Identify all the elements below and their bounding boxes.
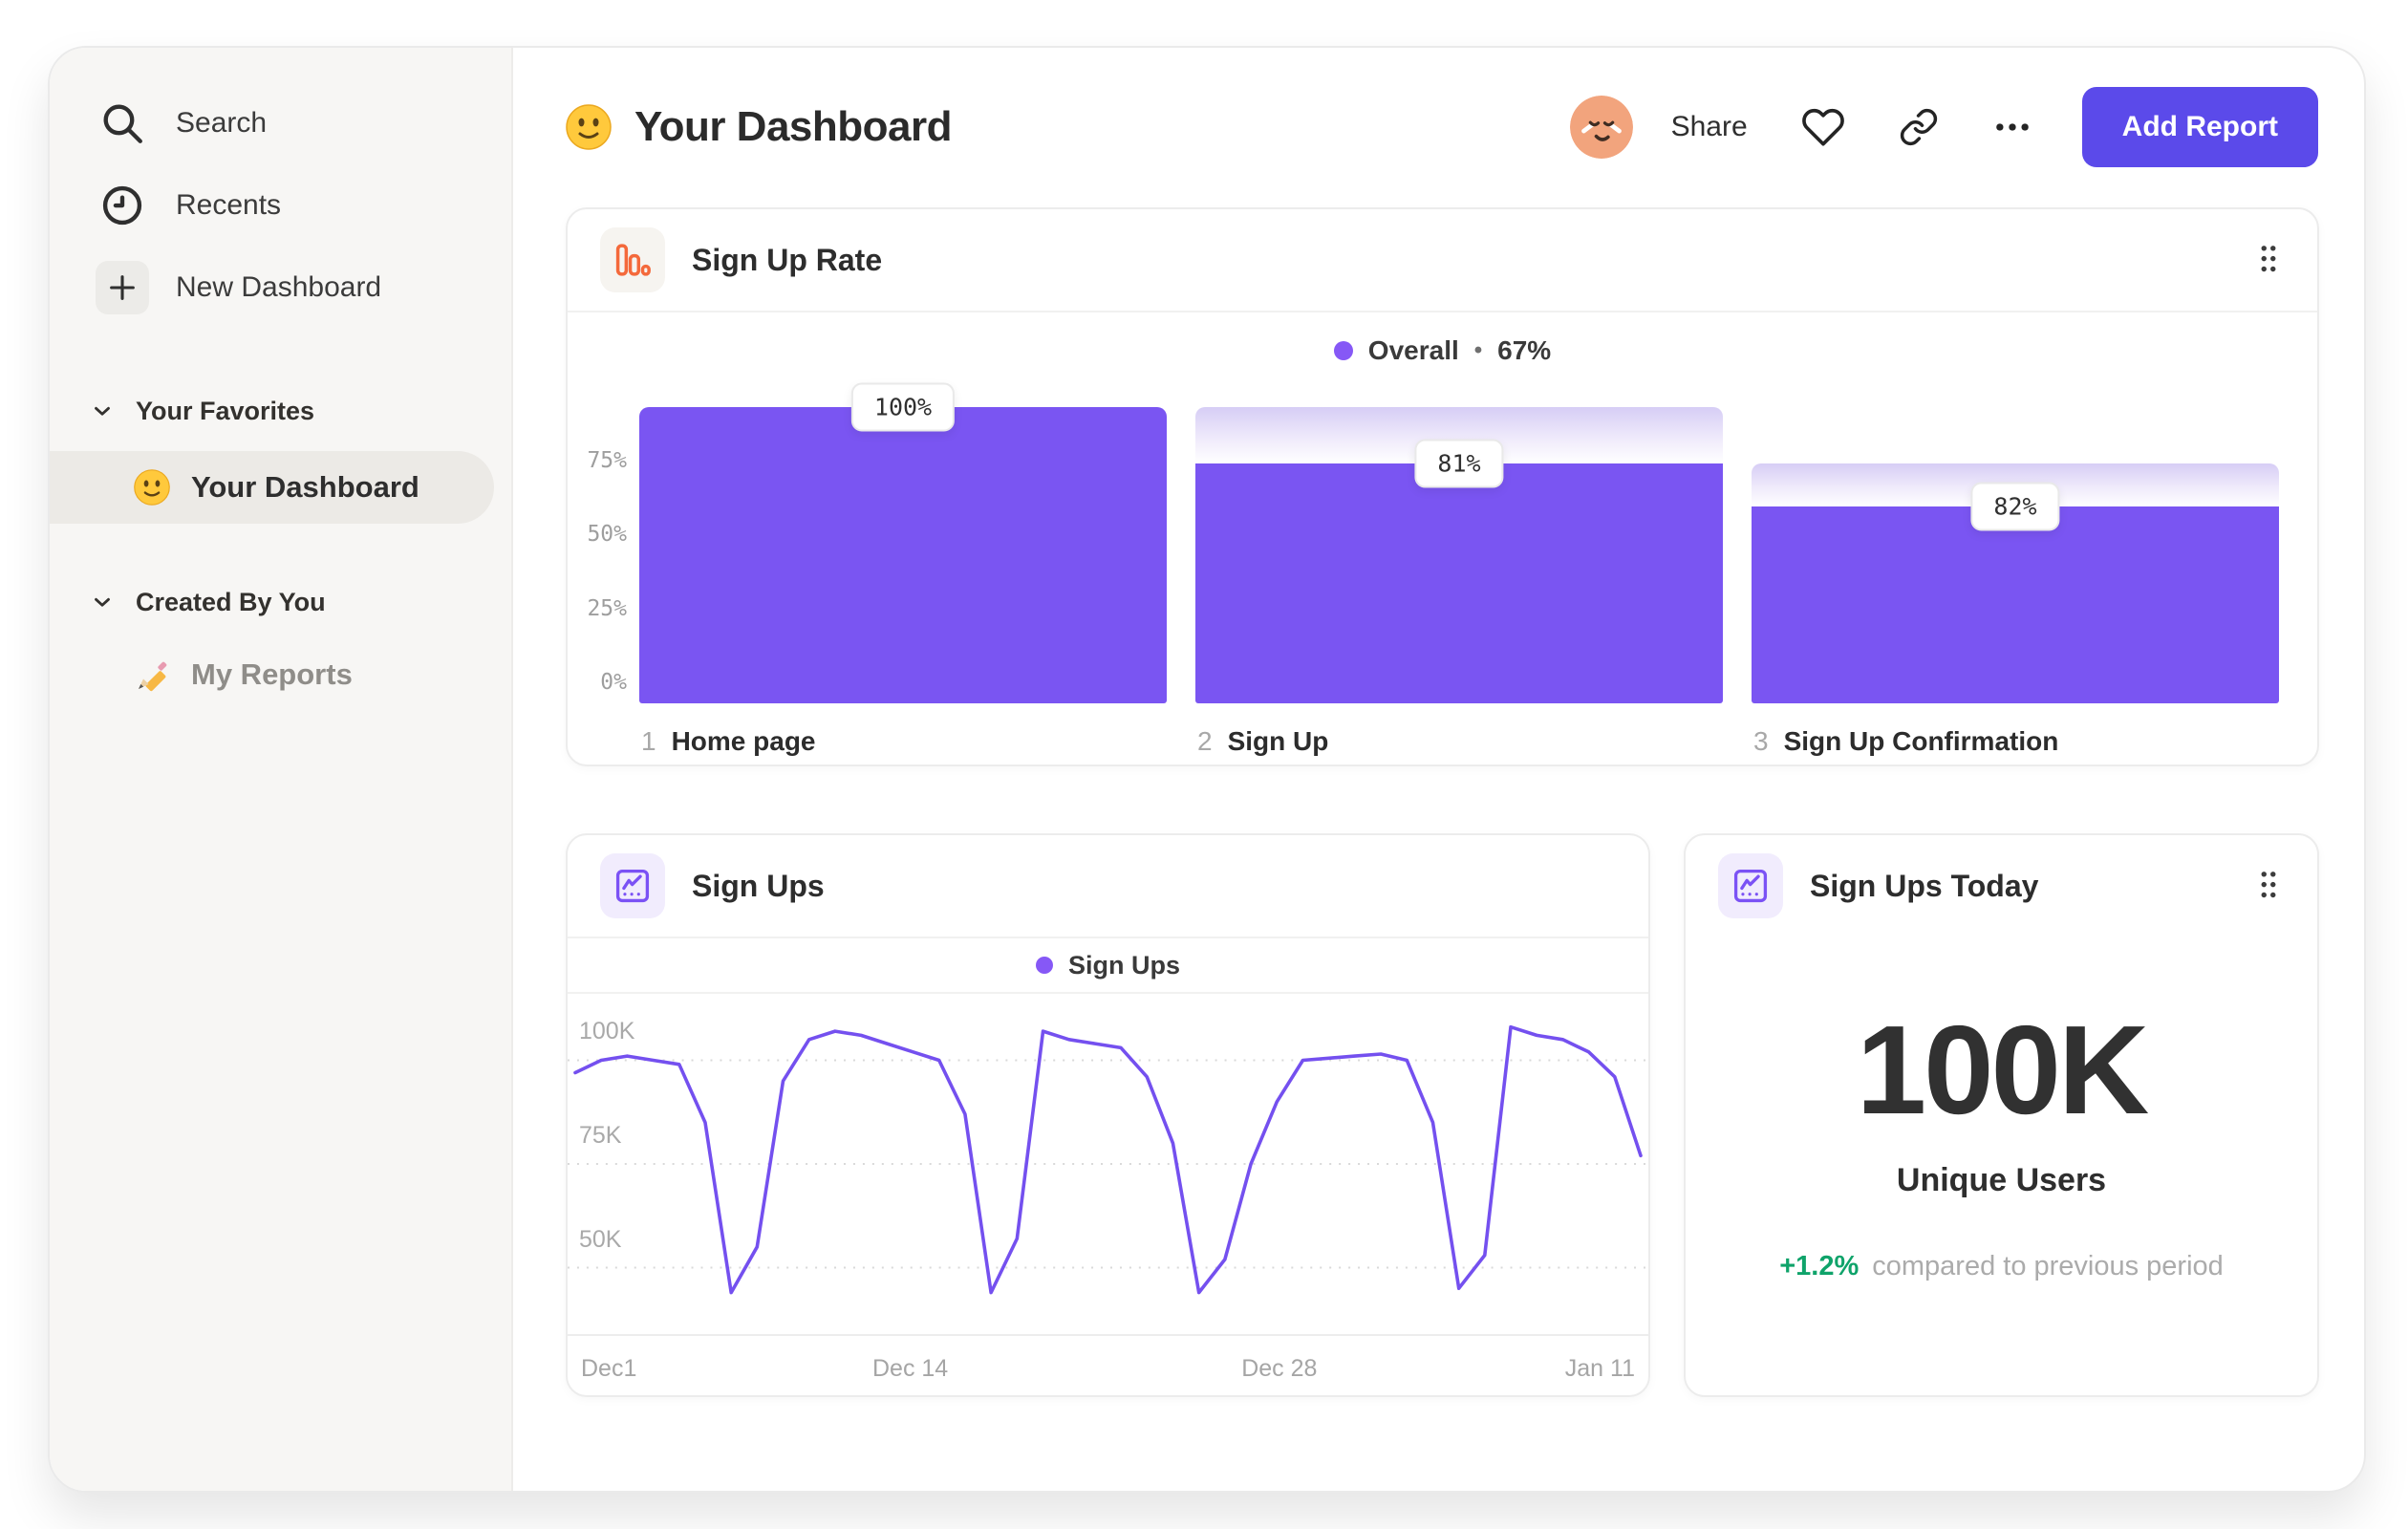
clock-icon [96,179,149,232]
page-title-text: Your Dashboard [634,103,953,150]
sign-ups-line-series [573,1024,1643,1295]
sidebar-item-label: My Reports [191,657,353,691]
funnel-chart: 75% 50% 25% 0% 100% 1 Home page 81% 2 Sign Up 82%… [568,382,2279,756]
sign-ups-card: Sign Ups Sign Ups 100K 75K 50K Dec1 Dec 14 D… [566,833,1650,1397]
card-title: Sign Up Rate [692,242,883,277]
card-header: Sign Ups [568,835,1648,938]
card-header: Sign Up Rate [568,209,2317,312]
funnel-y-tick: 25% [587,595,627,621]
card-header: Sign Ups Today [1686,835,2317,937]
line-chart-icon [600,853,665,918]
sidebar-item-recents[interactable]: Recents [50,164,511,247]
legend-value: 67% [1497,335,1552,365]
delta-caption: compared to previous period [1872,1251,2224,1281]
page-header: Your Dashboard Share Add Report [566,86,2318,168]
sign-ups-today-card: Sign Ups Today 100K Unique Users +1.2% c… [1684,833,2319,1397]
funnel-bar-fill [1752,506,2279,703]
funnel-bar-fill [1195,463,1723,703]
legend-label: Overall [1367,335,1459,365]
funnel-bar[interactable]: 100% 1 Home page [639,382,1167,756]
smiley-emoji [566,104,612,150]
copy-link-icon[interactable] [1899,107,1939,147]
funnel-bar[interactable]: 81% 2 Sign Up [1195,407,1723,756]
sidebar-item-label: Search [176,107,268,139]
funnel-step-label: 3 Sign Up Confirmation [1753,726,2058,757]
funnel-bar[interactable]: 82% 3 Sign Up Confirmation [1752,407,2279,756]
step-number: 2 [1197,726,1213,756]
line-x-tick: Dec1 [581,1355,637,1382]
line-x-tick: Dec 14 [872,1355,949,1382]
line-chart: 100K 75K 50K [568,994,1648,1334]
sidebar-item-my-reports[interactable]: My Reports [50,644,511,705]
more-options-icon[interactable] [1992,107,2032,147]
avatar[interactable] [1569,96,1633,159]
legend-separator: • [1473,337,1483,363]
metric-value: 100K [1856,1000,2150,1140]
bar-chart-icon [600,227,665,292]
sidebar-item-label: Recents [176,189,282,221]
delta-percent: +1.2% [1779,1251,1860,1281]
add-report-button[interactable]: Add Report [2081,87,2318,167]
section-label: Created By You [136,587,326,616]
funnel-y-tick: 50% [587,522,627,547]
sidebar: Search Recents New Dashboard Your Favori… [50,48,513,1491]
smiley-emoji [134,469,170,506]
step-name: Sign Up Confirmation [1783,726,2059,756]
share-button[interactable]: Share [1671,111,1748,143]
pencil-emoji [139,661,167,692]
funnel-bar-fill [639,407,1167,703]
line-y-tick: 100K [579,1018,635,1045]
funnel-y-tick: 0% [600,670,627,695]
section-label: Your Favorites [136,396,315,425]
step-number: 3 [1753,726,1769,756]
legend-dot [1333,341,1353,360]
line-y-tick: 75K [579,1122,622,1149]
sidebar-section-your-favorites[interactable]: Your Favorites [50,382,511,440]
chevron-down-icon [95,406,110,416]
step-name: Sign Up [1227,726,1329,756]
step-name: Home page [671,726,816,756]
sidebar-item-label: Your Dashboard [191,470,419,504]
line-chart-icon [1718,853,1783,918]
sign-up-rate-card: Sign Up Rate Overall • 67% 75% 50% 25% 0% 1… [566,207,2319,766]
sidebar-item-label: New Dashboard [176,271,382,303]
sidebar-section-created-by-you[interactable]: Created By You [50,573,511,631]
sidebar-item-search[interactable]: Search [50,82,511,164]
legend-dot [1035,957,1053,974]
line-x-axis: Dec1 Dec 14 Dec 28 Jan 11 [568,1334,1648,1399]
chevron-down-icon [95,597,110,607]
metric-body: 100K Unique Users +1.2% compared to prev… [1686,937,2317,1282]
step-number: 1 [641,726,656,756]
favorite-heart-icon[interactable] [1801,105,1845,149]
funnel-bars: 100% 1 Home page 81% 2 Sign Up 82% 3 Sign Up Con… [639,382,2279,756]
line-y-tick: 50K [579,1225,622,1253]
card-title: Sign Ups Today [1810,868,2039,903]
drag-handle-icon[interactable] [2252,868,2285,904]
card-title: Sign Ups [692,868,825,903]
line-x-tick: Dec 28 [1241,1355,1318,1382]
search-icon [96,97,149,150]
funnel-value-badge: 82% [1970,482,2060,531]
funnel-value-badge: 81% [1414,439,1504,488]
header-actions: Share Add Report [1569,87,2318,167]
legend-label: Sign Ups [1067,950,1180,980]
app-window: Search Recents New Dashboard Your Favori… [48,46,2366,1493]
line-x-tick: Jan 11 [1564,1355,1635,1382]
funnel-y-tick: 75% [587,447,627,473]
line-legend[interactable]: Sign Ups [568,938,1648,994]
sidebar-item-your-dashboard[interactable]: Your Dashboard [50,451,494,524]
funnel-step-label: 1 Home page [641,726,816,757]
plus-icon [96,261,149,314]
metric-label: Unique Users [1896,1162,2107,1198]
funnel-legend[interactable]: Overall • 67% [568,312,2317,389]
drag-handle-icon[interactable] [2252,242,2285,278]
page-title: Your Dashboard [566,103,953,151]
funnel-step-label: 2 Sign Up [1197,726,1328,757]
funnel-value-badge: 100% [850,382,956,432]
metric-delta: +1.2% compared to previous period [1779,1251,2224,1282]
funnel-y-axis: 75% 50% 25% 0% [568,407,627,703]
sidebar-item-new-dashboard[interactable]: New Dashboard [50,247,511,329]
main-content: Your Dashboard Share Add Report Sign Up … [513,48,2364,1491]
